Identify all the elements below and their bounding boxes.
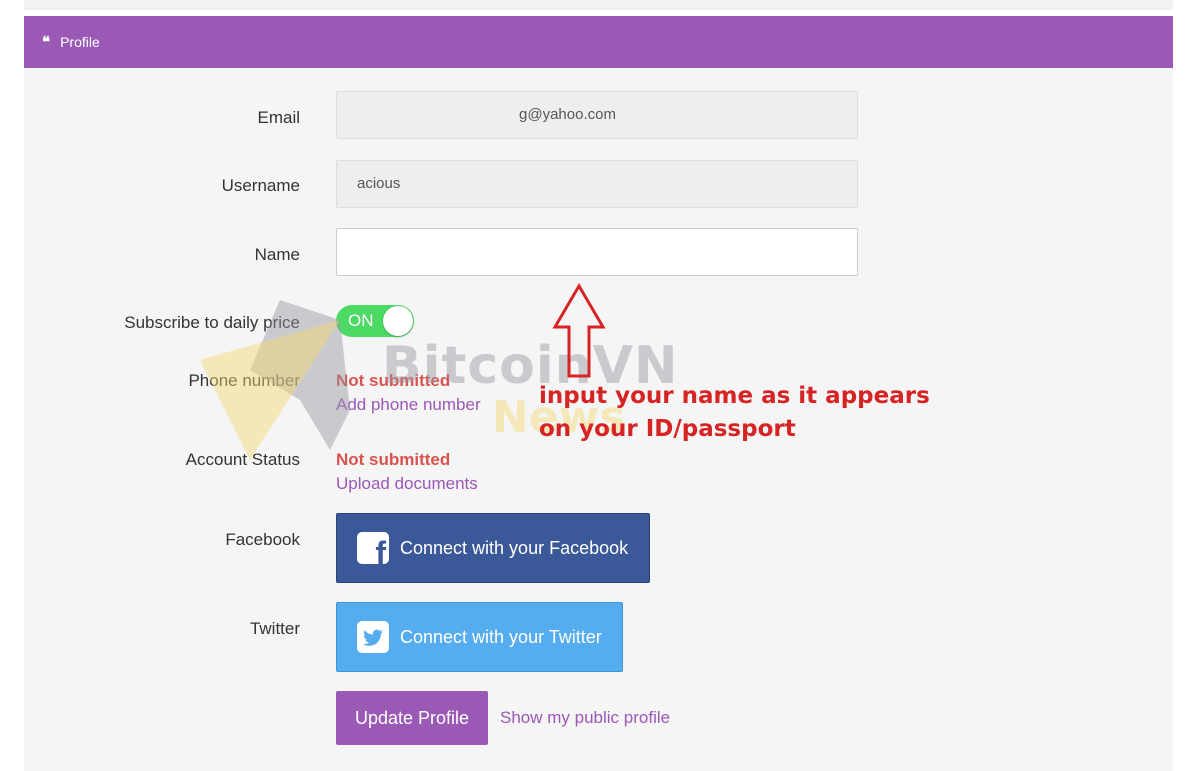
facebook-label: Facebook xyxy=(225,530,300,549)
email-field: g@yahoo.com xyxy=(336,91,858,139)
annotation-line-2: on your ID/passport xyxy=(539,416,796,442)
phone-label: Phone number xyxy=(188,371,300,390)
toggle-knob xyxy=(383,306,413,336)
upload-documents-link[interactable]: Upload documents xyxy=(336,474,478,494)
panel-header: ❝ Profile xyxy=(24,16,1173,68)
subscribe-toggle[interactable]: ON xyxy=(336,305,414,337)
connect-facebook-button[interactable]: f Connect with your Facebook xyxy=(336,513,650,583)
top-strip xyxy=(24,0,1173,10)
annotation-text: input your name as it appears on your ID… xyxy=(539,380,930,446)
subscribe-label: Subscribe to daily price xyxy=(124,313,300,332)
panel-title: Profile xyxy=(60,34,100,50)
connect-twitter-button[interactable]: Connect with your Twitter xyxy=(336,602,623,672)
twitter-button-label: Connect with your Twitter xyxy=(400,626,602,647)
facebook-button-label: Connect with your Facebook xyxy=(400,537,629,558)
update-profile-button[interactable]: Update Profile xyxy=(336,691,488,745)
add-phone-link[interactable]: Add phone number xyxy=(336,395,481,415)
phone-status: Not submitted xyxy=(336,371,451,390)
facebook-icon: f xyxy=(357,532,389,564)
public-profile-link[interactable]: Show my public profile xyxy=(500,708,670,728)
twitter-label: Twitter xyxy=(249,619,300,638)
account-status-label: Account Status xyxy=(185,450,300,469)
quote-icon: ❝ xyxy=(42,32,51,51)
toggle-state-text: ON xyxy=(348,311,374,330)
username-label: Username xyxy=(221,176,300,195)
annotation-line-1: input your name as it appears xyxy=(539,383,930,409)
username-field: acious xyxy=(336,160,858,208)
name-input[interactable] xyxy=(336,228,858,276)
email-label: Email xyxy=(257,108,300,127)
account-status: Not submitted xyxy=(336,450,451,469)
twitter-icon xyxy=(357,621,389,653)
name-label: Name xyxy=(254,245,300,264)
